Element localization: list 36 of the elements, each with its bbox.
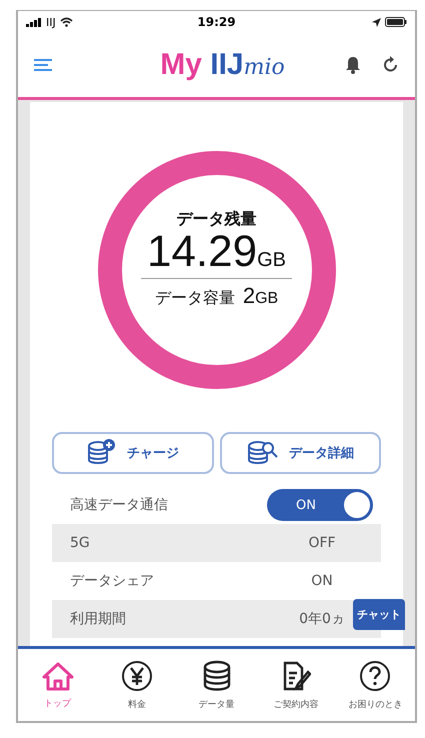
- home-icon: [40, 660, 75, 690]
- action-button[interactable]: データ詳細: [220, 432, 381, 474]
- battery-icon: [384, 17, 407, 27]
- wifi-icon: [60, 17, 73, 27]
- setting-value: OFF: [307, 535, 337, 551]
- refresh-icon[interactable]: [382, 56, 399, 74]
- chat-button[interactable]: チャット: [353, 599, 405, 630]
- location-icon: [372, 18, 381, 26]
- capacity-label: データ容量: [154, 288, 235, 309]
- setting-label: 5G: [70, 535, 90, 551]
- clock-time: 19:29: [197, 15, 236, 29]
- action-button[interactable]: チャージ: [52, 432, 214, 474]
- remaining-title: データ残量: [176, 209, 256, 230]
- app-logo: My IIJmio: [160, 48, 285, 82]
- setting-value: ON: [310, 573, 334, 589]
- setting-label: 利用期間: [70, 610, 126, 628]
- toggle-switch[interactable]: ON: [267, 489, 373, 521]
- yen-icon: [121, 660, 154, 692]
- tab[interactable]: 料金: [97, 660, 177, 710]
- capacity-amount: 2GB: [242, 283, 278, 309]
- setting-label: データシェア: [70, 572, 154, 590]
- tab[interactable]: トップ: [18, 660, 98, 710]
- setting-label: 高速データ通信: [70, 496, 168, 514]
- setting-value: 0年0ヵ: [298, 610, 346, 628]
- coins-icon: [202, 660, 232, 692]
- database-plus-icon: [86, 439, 117, 467]
- carrier-name: IIJ: [46, 16, 56, 28]
- remaining-amount: 14.29GB: [140, 230, 292, 279]
- tab[interactable]: お困りのとき: [336, 660, 416, 710]
- signal-icon: [26, 18, 42, 26]
- bell-icon[interactable]: [344, 56, 361, 74]
- database-search-icon: [246, 439, 279, 467]
- tab[interactable]: ご契約内容: [256, 660, 336, 710]
- tab[interactable]: データ量: [176, 660, 256, 710]
- help-icon: [359, 660, 392, 692]
- menu-icon[interactable]: [34, 59, 52, 71]
